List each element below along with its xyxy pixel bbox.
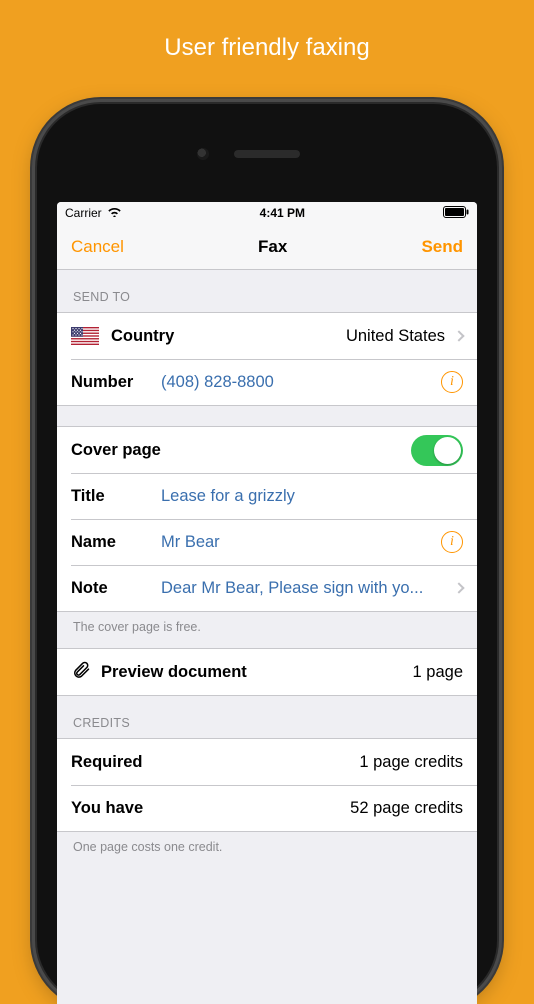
note-label: Note [71,579,155,598]
title-row[interactable]: Title Lease for a grizzly [57,473,477,519]
credits-group: Required 1 page credits You have 52 page… [57,738,477,832]
name-value[interactable]: Mr Bear [161,533,220,552]
you-have-row: You have 52 page credits [57,785,477,831]
us-flag-icon [71,327,99,345]
clock-label: 4:41 PM [260,206,305,220]
title-value[interactable]: Lease for a grizzly [161,487,295,506]
wifi-icon [107,206,122,220]
status-bar: Carrier 4:41 PM [57,202,477,224]
cover-page-group: Cover page Title Lease for a grizzly Nam… [57,426,477,612]
toggle-knob [434,437,461,464]
credits-footer: One page costs one credit. [57,832,477,860]
cancel-button[interactable]: Cancel [71,237,124,257]
send-to-group: Country United States Number (408) 828-8… [57,312,477,406]
required-value: 1 page credits [359,753,463,772]
chevron-right-icon [453,582,464,593]
cover-page-toggle[interactable] [411,435,463,466]
number-row[interactable]: Number (408) 828-8800 i [57,359,477,405]
name-row[interactable]: Name Mr Bear i [57,519,477,565]
number-value[interactable]: (408) 828-8800 [161,373,274,392]
cover-page-label: Cover page [71,441,161,460]
section-header-credits: CREDITS [57,696,477,738]
paperclip-icon [71,660,91,685]
nav-bar: Cancel Fax Send [57,224,477,270]
note-row[interactable]: Note Dear Mr Bear, Please sign with yo..… [57,565,477,611]
section-header-send-to: SEND TO [57,270,477,312]
send-button[interactable]: Send [421,237,463,257]
cover-page-row: Cover page [57,427,477,473]
required-label: Required [71,753,143,772]
device-frame: Carrier 4:41 PM Cancel Fax Send [37,104,497,1004]
note-value[interactable]: Dear Mr Bear, Please sign with yo... [161,579,445,598]
chevron-right-icon [453,330,464,341]
title-label: Title [71,487,155,506]
promo-title: User friendly faxing [0,0,534,62]
number-label: Number [71,373,155,392]
required-row: Required 1 page credits [57,739,477,785]
preview-pages: 1 page [413,663,463,682]
device-speaker [234,150,300,158]
country-label: Country [111,327,195,346]
screen: Carrier 4:41 PM Cancel Fax Send [57,202,477,1004]
name-label: Name [71,533,155,552]
battery-icon [443,206,469,221]
cover-footer: The cover page is free. [57,612,477,640]
country-value: United States [346,327,445,346]
info-icon[interactable]: i [441,371,463,393]
page-title: Fax [258,237,287,257]
country-row[interactable]: Country United States [57,313,477,359]
info-icon[interactable]: i [441,531,463,553]
you-have-label: You have [71,799,143,818]
preview-row[interactable]: Preview document 1 page [57,649,477,695]
preview-group: Preview document 1 page [57,648,477,696]
you-have-value: 52 page credits [350,799,463,818]
carrier-label: Carrier [65,206,102,220]
preview-label: Preview document [101,663,247,682]
device-camera [197,148,209,160]
